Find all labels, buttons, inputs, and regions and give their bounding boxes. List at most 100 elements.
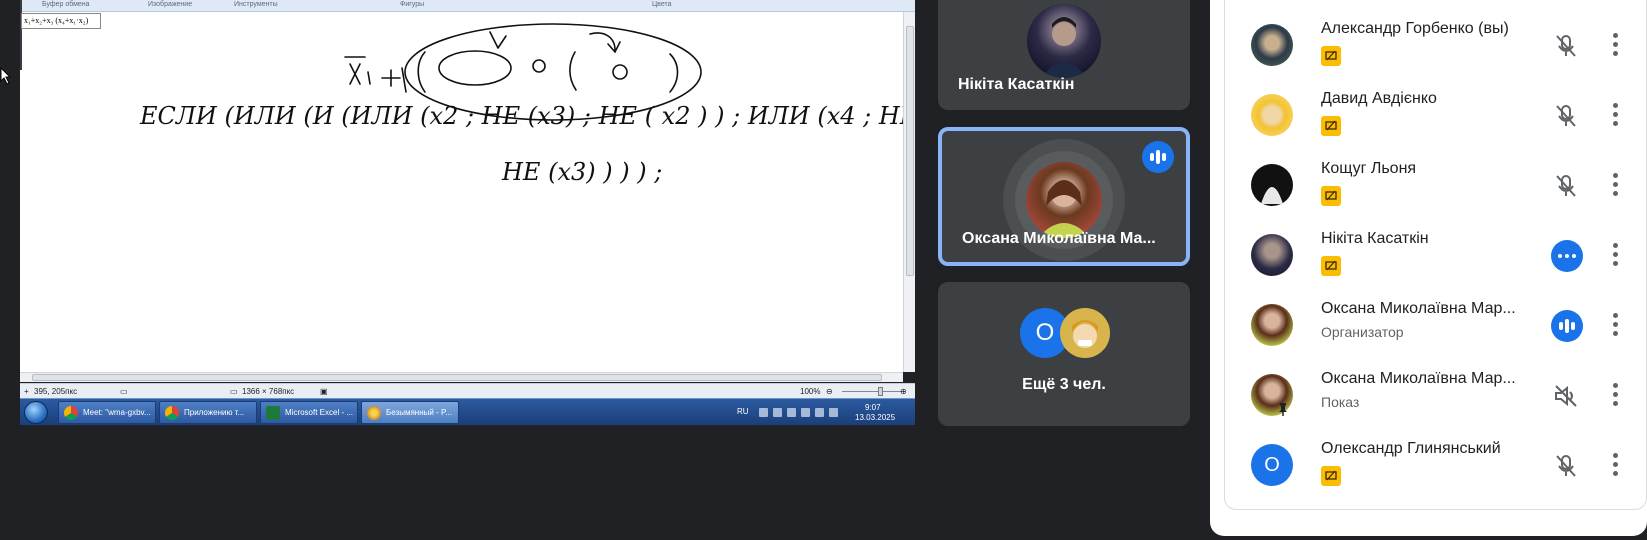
drawn-xbar xyxy=(344,56,371,85)
avatar-initial: О xyxy=(1251,444,1293,486)
participant-name: Оксана Миколаївна Мар... xyxy=(1321,370,1516,387)
participants-list: Александр Горбенко (вы) Давид Авдієнко К… xyxy=(1224,0,1647,510)
flag-icon[interactable] xyxy=(787,408,796,417)
participant-name: Александр Горбенко (вы) xyxy=(1321,20,1509,37)
avatar xyxy=(1251,234,1293,276)
presentation-icon xyxy=(1321,46,1341,66)
more-options-icon[interactable] xyxy=(1613,383,1619,409)
presentation-icon xyxy=(1321,186,1341,206)
paint-canvas[interactable]: ЕСЛИ (ИЛИ (И (ИЛИ (х2 ; НЕ (х3) ; НЕ ( х… xyxy=(20,12,981,372)
participant-name: Давид Авдієнко xyxy=(1321,90,1437,107)
mouse-cursor-icon xyxy=(0,66,12,90)
shared-screen: Буфер обмена Изображение Инструменты Фиг… xyxy=(0,0,981,426)
handwriting-line-2: ЕСЛИ (ИЛИ (И (ИЛИ (х2 ; НЕ (х3) ; НЕ ( х… xyxy=(139,102,903,130)
presentation-icon xyxy=(1321,116,1341,136)
start-button[interactable] xyxy=(24,401,48,424)
handwriting-drawing: ЕСЛИ (ИЛИ (И (ИЛИ (х2 ; НЕ (х3) ; НЕ ( х… xyxy=(139,23,981,186)
file-size-icon: ▣ xyxy=(320,387,328,396)
volume-icon[interactable] xyxy=(829,408,838,417)
participant-row[interactable]: Кощуг Льоня xyxy=(1225,150,1647,220)
more-options-icon[interactable] xyxy=(1613,33,1619,59)
cursor-position: 395, 205пкс xyxy=(34,387,78,396)
paint-statusbar: + 395, 205пкс ▭ ▭ 1366 × 768пкс ▣ 100% ⊖… xyxy=(20,383,915,398)
speaking-indicator-icon xyxy=(1551,310,1583,342)
participant-row[interactable]: Александр Горбенко (вы) xyxy=(1225,10,1647,80)
taskbar-excel[interactable]: Microsoft Excel - ... xyxy=(260,401,358,424)
participant-role: Организатор xyxy=(1321,324,1404,340)
ribbon-group-clipboard[interactable]: Буфер обмена xyxy=(42,1,90,8)
ribbon-group-tools[interactable]: Инструменты xyxy=(234,1,278,8)
more-options-icon[interactable] xyxy=(1613,243,1619,269)
participant-tile-active-speaker[interactable]: Оксана Миколаївна Ма... xyxy=(938,127,1190,266)
audio-level-icon xyxy=(1551,240,1583,272)
participant-name: Олександр Глинянський xyxy=(1321,440,1501,457)
meet-window: Буфер обмена Изображение Инструменты Фиг… xyxy=(0,0,1647,540)
mic-off-icon[interactable] xyxy=(1551,31,1581,61)
tray-icon[interactable] xyxy=(773,408,782,417)
mic-off-icon[interactable] xyxy=(1551,171,1581,201)
clock-time[interactable]: 9:07 xyxy=(865,403,881,412)
clock-date[interactable]: 13.03.2025 xyxy=(855,413,895,422)
ribbon-group-shapes[interactable]: Фигуры xyxy=(400,1,424,8)
drawn-arrow-curve xyxy=(589,32,621,54)
participant-row[interactable]: Давид Авдієнко xyxy=(1225,80,1647,150)
avatar xyxy=(1027,4,1101,78)
participant-row[interactable]: Оксана Миколаївна Мар... Организатор xyxy=(1225,290,1647,360)
avatar xyxy=(1026,162,1102,238)
participant-row[interactable]: Нікіта Касаткін xyxy=(1225,220,1647,290)
mic-off-icon[interactable] xyxy=(1551,101,1581,131)
ribbon-group-colors[interactable]: Цвета xyxy=(652,1,672,8)
image-size: 1366 × 768пкс xyxy=(242,387,295,396)
zoom-in-icon[interactable]: ⊕ xyxy=(900,387,907,396)
pin-icon xyxy=(1277,402,1289,421)
taskbar-chrome-meet[interactable]: Meet: "wma-gxbv... xyxy=(58,401,156,424)
more-options-icon[interactable] xyxy=(1613,313,1619,339)
chrome-icon xyxy=(64,406,78,420)
people-panel: Александр Горбенко (вы) Давид Авдієнко К… xyxy=(1210,0,1647,536)
avatar xyxy=(1251,24,1293,66)
participant-name: Оксана Миколаївна Мар... xyxy=(1321,300,1516,317)
zoom-slider[interactable] xyxy=(842,391,902,392)
drawn-arrow-down xyxy=(489,31,507,49)
avatar xyxy=(1251,94,1293,136)
zoom-slider-thumb[interactable] xyxy=(878,387,883,396)
participant-tile[interactable]: Нікіта Касаткін xyxy=(938,0,1190,110)
avatar xyxy=(1251,164,1293,206)
participant-name: Кощуг Льоня xyxy=(1321,160,1417,177)
mic-off-icon[interactable] xyxy=(1551,451,1581,481)
zoom-out-icon[interactable]: ⊖ xyxy=(826,387,833,396)
horizontal-scrollbar[interactable] xyxy=(20,372,903,382)
participant-row[interactable]: Оксана Миколаївна Мар... Показ xyxy=(1225,360,1647,430)
excel-icon xyxy=(266,406,280,420)
image-size-icon: ▭ xyxy=(230,387,238,396)
paint-icon xyxy=(367,406,381,420)
crosshair-icon: + xyxy=(24,387,29,396)
vertical-scrollbar[interactable] xyxy=(903,12,915,372)
handwriting-line-3: НЕ (х3) ) ) ) ; xyxy=(501,158,662,186)
zoom-level: 100% xyxy=(800,387,821,396)
more-options-icon[interactable] xyxy=(1613,103,1619,129)
network-icon[interactable] xyxy=(815,408,824,417)
language-indicator[interactable]: RU xyxy=(737,407,749,416)
presentation-icon xyxy=(1321,256,1341,276)
tile-name: Нікіта Касаткін xyxy=(958,76,1075,93)
participant-row[interactable]: О Олександр Глинянський xyxy=(1225,430,1647,500)
more-participants-label: Ещё 3 чел. xyxy=(1022,376,1106,393)
volume-off-icon[interactable] xyxy=(1551,381,1581,411)
avatar xyxy=(1060,308,1110,358)
formula-thumbnail: x₁+x₂+x₃ (x₄+x₁·x₂) xyxy=(21,13,101,29)
taskbar-paint[interactable]: Безымянный - P... xyxy=(361,401,459,424)
drawn-ellipse-inner xyxy=(438,50,512,86)
tile-name: Оксана Миколаївна Ма... xyxy=(962,230,1156,247)
more-participants-tile[interactable]: О Ещё 3 чел. xyxy=(938,282,1190,426)
tray-icon[interactable] xyxy=(801,408,810,417)
avatar xyxy=(1251,304,1293,346)
ribbon-group-image[interactable]: Изображение xyxy=(148,1,192,8)
system-tray: RU 9:07 13.03.2025 xyxy=(735,399,915,426)
taskbar-chrome-app[interactable]: Приложению т... xyxy=(159,401,257,424)
participant-role: Показ xyxy=(1321,394,1360,410)
more-options-icon[interactable] xyxy=(1613,173,1619,199)
more-options-icon[interactable] xyxy=(1613,453,1619,479)
chrome-icon xyxy=(165,406,179,420)
tray-icon[interactable] xyxy=(759,408,768,417)
